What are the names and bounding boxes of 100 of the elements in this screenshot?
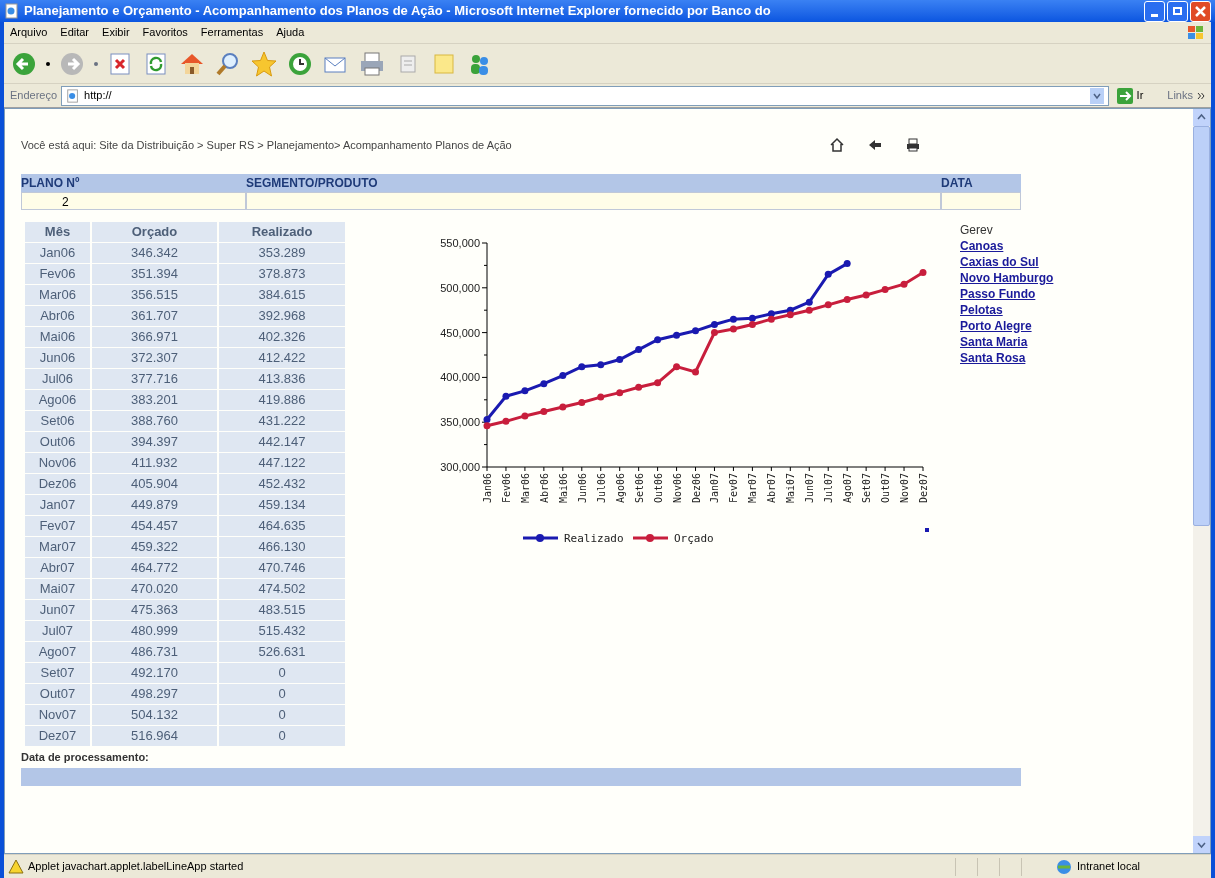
table-cell: 486.731 [92,641,217,662]
table-cell: 351.394 [92,263,217,284]
y-tick-label: 300,000 [440,460,480,473]
point [862,290,870,298]
region-link[interactable]: Caxias do Sul [960,253,1054,270]
point [881,285,889,293]
menu-item[interactable]: Ferramentas [200,24,264,41]
menu-item[interactable]: Exibir [102,24,130,41]
footer-label: Data de processamento: [21,749,150,765]
table-cell: 392.968 [219,305,345,326]
table-cell: 475.363 [92,599,217,620]
menu-item[interactable]: Editar [60,24,90,41]
x-tick-label: Jun07 [804,472,816,503]
table-cell: Dez07 [25,725,90,746]
restore-button[interactable] [1167,0,1188,22]
point [805,298,813,306]
status-message: Applet javachart.applet.labelLineApp started [28,859,245,875]
point [635,345,643,353]
table-cell: Out06 [25,431,90,452]
address-field[interactable]: http:// [61,85,1109,106]
region-link[interactable]: Passo Fundo [960,285,1054,302]
point [597,393,605,401]
menu-item[interactable]: Ajuda [276,24,305,41]
page-icon [4,3,20,19]
scroll-down-icon[interactable] [1193,836,1210,853]
close-button[interactable] [1190,0,1211,22]
breadcrumb: Você está aqui: Site da Distribuição > Super RS > Planejamento> Acompanhamento Planos de Ação [21,138,513,153]
table-cell: 470.746 [219,557,345,578]
table-cell: 383.201 [92,389,217,410]
menu-item[interactable]: Favoritos [142,24,188,41]
table-cell: 372.307 [92,347,217,368]
minimize-button[interactable] [1144,0,1165,22]
point [900,280,908,288]
table-cell: Jun07 [25,599,90,620]
x-tick-label: Abr06 [538,472,550,503]
table-cell: Jul06 [25,368,90,389]
table-cell: 452.432 [219,473,345,494]
point [521,386,529,394]
table-cell: 464.772 [92,557,217,578]
x-tick-label: Set06 [633,472,645,503]
table-cell: 405.904 [92,473,217,494]
legend-line [523,533,558,542]
table-cell: 470.020 [92,578,217,599]
point [710,320,718,328]
scrollbar[interactable] [1193,109,1210,853]
region-link[interactable]: Canoas [960,237,1054,254]
print-icon[interactable] [905,137,921,154]
links-label[interactable]: Links [1167,87,1193,104]
table-cell: Mar07 [25,536,90,557]
x-tick-label: Jul07 [823,472,835,503]
table-cell: Set06 [25,410,90,431]
region-link[interactable]: Santa Maria [960,333,1054,350]
window-title: Planejamento e Orçamento - Acompanhamento dos Planos de Ação - Microsoft Internet Explorer fornecido por Banco do [24,2,772,21]
point [597,360,605,368]
region-link[interactable]: Novo Hamburgo [960,269,1054,286]
menu-item[interactable]: Arquivo [10,24,48,41]
point [578,362,586,370]
table-cell: Jun06 [25,347,90,368]
region-link[interactable]: Porto Alegre [960,317,1054,334]
table-cell: 384.615 [219,284,345,305]
y-tick-label: 450,000 [440,326,480,339]
table-cell: 412.422 [219,347,345,368]
point [616,388,624,396]
table-cell: 378.873 [219,263,345,284]
point [521,411,529,419]
point [786,310,794,318]
scroll-up-icon[interactable] [1193,109,1210,126]
point [843,295,851,303]
legend-line [633,533,668,542]
page-icon [66,88,81,103]
legend-label: Orçado [674,531,714,545]
region-link[interactable]: Pelotas [960,301,1054,318]
x-tick-label: Mar06 [519,472,531,503]
point [767,309,775,317]
chevron-right-icon[interactable] [1197,91,1205,100]
x-tick-label: Mai07 [785,472,797,503]
point [919,268,927,276]
table-cell: Mar06 [25,284,90,305]
point [673,331,681,339]
region-link[interactable]: Santa Rosa [960,349,1054,366]
table-cell: Set07 [25,662,90,683]
table-cell: 388.760 [92,410,217,431]
x-tick-label: Abr07 [766,472,778,503]
point [673,362,681,370]
column-header: Mês [25,221,90,242]
table-cell: 454.457 [92,515,217,536]
go-button[interactable]: Ir [1112,87,1148,104]
table-cell: 466.130 [219,536,345,557]
star-icon[interactable] [250,49,278,78]
table-cell: Ago07 [25,641,90,662]
windows-logo-icon [1187,24,1205,41]
point [654,335,662,343]
column-header: PLANO Nº [21,173,246,192]
table-cell: 474.502 [219,578,345,599]
table-cell: 480.999 [92,620,217,641]
table-cell: 516.964 [92,725,217,746]
x-tick-label: Nov07 [899,472,911,503]
home-icon[interactable] [829,137,845,154]
point [559,371,567,379]
y-tick-label: 350,000 [440,415,480,428]
